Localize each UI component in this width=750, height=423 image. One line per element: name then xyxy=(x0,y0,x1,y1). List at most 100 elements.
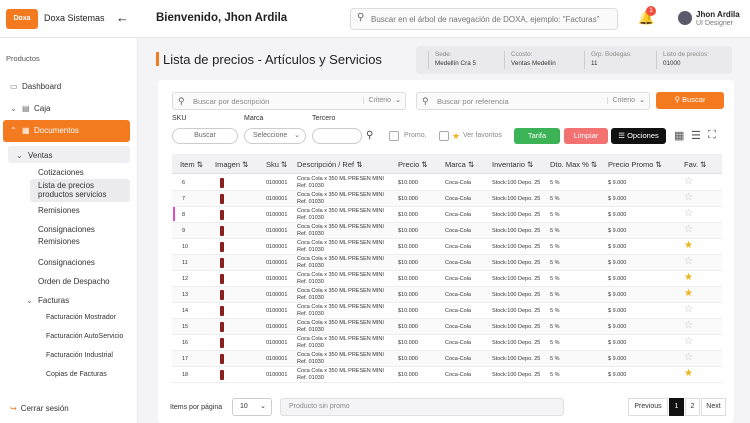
col-descripcion[interactable]: Descripción / Ref ⇅ xyxy=(297,160,363,169)
sidebar-item-remisiones[interactable]: Remisiones xyxy=(38,206,80,215)
sidebar-item-fact-industrial[interactable]: Facturación Industrial xyxy=(46,352,113,359)
sidebar-item-facturas[interactable]: ⌄ Facturas xyxy=(26,296,69,305)
product-image[interactable] xyxy=(220,290,224,300)
tarifa-button[interactable]: Tarifa xyxy=(514,128,560,144)
pagination-previous[interactable]: Previous xyxy=(628,398,668,416)
product-image[interactable] xyxy=(220,370,224,380)
star-outline-icon[interactable]: ☆ xyxy=(684,321,693,331)
cell-item: 10 xyxy=(182,244,189,250)
star-filled-icon[interactable]: ★ xyxy=(684,241,693,251)
chevron-down-icon: ⌄ xyxy=(395,97,401,104)
sidebar-item-ventas[interactable]: ⌄ Ventas xyxy=(16,151,52,160)
global-search-input[interactable] xyxy=(371,12,613,26)
cell-promo-price: $ 9.000 xyxy=(608,292,627,298)
favoritos-checkbox[interactable] xyxy=(439,131,449,141)
desc-search[interactable]: ⚲ Buscar por descripción Criterio ⌄ xyxy=(172,92,406,110)
sidebar-item-lista-precios[interactable]: Lista de precios productos servicios xyxy=(38,181,106,199)
sidebar-item-fact-mostrador[interactable]: Facturación Mostrador xyxy=(46,314,116,321)
table-row[interactable]: 9 0100001 Coca Cola x 350 ML PRESEN MINI Re… xyxy=(172,223,722,239)
product-image[interactable] xyxy=(220,194,224,204)
ref-search[interactable]: ⚲ Buscar por referencia Criterio ⌄ xyxy=(416,92,650,110)
table-row[interactable]: 7 0100001 Coca Cola x 350 ML PRESEN MINI Re… xyxy=(172,191,722,207)
star-outline-icon[interactable]: ☆ xyxy=(684,177,693,187)
table-row[interactable]: 17 0100001 Coca Cola x 350 ML PRESEN MINI R… xyxy=(172,351,722,367)
grid-view-icon[interactable]: ▦ xyxy=(674,129,684,142)
table-row[interactable]: 15 0100001 Coca Cola x 350 ML PRESEN MINI R… xyxy=(172,319,722,335)
table-row[interactable]: 12 0100001 Coca Cola x 350 ML PRESEN MINI R… xyxy=(172,271,722,287)
product-image[interactable] xyxy=(220,226,224,236)
col-item[interactable]: Item ⇅ xyxy=(180,160,203,169)
table-row[interactable]: 18 0100001 Coca Cola x 350 ML PRESEN MINI R… xyxy=(172,367,722,383)
sidebar-item-documentos[interactable]: ⌃ ▦ Documentos xyxy=(10,126,79,135)
col-sku[interactable]: Sku ⇅ xyxy=(266,160,287,169)
col-precio[interactable]: Precio ⇅ xyxy=(398,160,428,169)
table-row[interactable]: 8 0100001 Coca Cola x 350 ML PRESEN MINI Re… xyxy=(172,207,722,223)
per-page-select[interactable]: 10 ⌄ xyxy=(232,398,272,416)
avatar[interactable] xyxy=(678,11,692,25)
sidebar-item-copias-facturas[interactable]: Copias de Facturas xyxy=(46,371,107,378)
sidebar-item-cotizaciones[interactable]: Cotizaciones xyxy=(38,168,84,177)
star-outline-icon[interactable]: ☆ xyxy=(684,225,693,235)
col-imagen[interactable]: Imagen ⇅ xyxy=(215,160,248,169)
cell-brand: Coca-Cola xyxy=(445,228,471,234)
product-image[interactable] xyxy=(220,210,224,220)
table-row[interactable]: 10 0100001 Coca Cola x 350 ML PRESEN MINI R… xyxy=(172,239,722,255)
logout-button[interactable]: ↪ Cerrar sesión xyxy=(10,404,69,413)
limpiar-button[interactable]: Limpiar xyxy=(564,128,608,144)
table-row[interactable]: 11 0100001 Coca Cola x 350 ML PRESEN MINI R… xyxy=(172,255,722,271)
sidebar-item-caja[interactable]: ⌄ ▤ Caja xyxy=(10,104,50,113)
product-image[interactable] xyxy=(220,274,224,284)
list-view-icon[interactable]: ☰ xyxy=(691,129,701,142)
table-row[interactable]: 16 0100001 Coca Cola x 350 ML PRESEN MINI R… xyxy=(172,335,722,351)
cell-brand: Coca-Cola xyxy=(445,340,471,346)
star-filled-icon[interactable]: ★ xyxy=(684,289,693,299)
star-outline-icon[interactable]: ☆ xyxy=(684,353,693,363)
col-marca[interactable]: Marca ⇅ xyxy=(445,160,474,169)
no-promo-field[interactable]: Producto sin promo xyxy=(280,398,564,416)
marca-select[interactable]: Seleccione ⌄ xyxy=(244,128,306,144)
opciones-button[interactable]: ☰ Opciones xyxy=(611,128,666,144)
col-precio-promo[interactable]: Precio Promo ⇅ xyxy=(608,160,662,169)
product-image[interactable] xyxy=(220,354,224,364)
search-icon[interactable]: ⚲ xyxy=(366,130,373,141)
col-inventario[interactable]: Inventario ⇅ xyxy=(492,160,533,169)
star-filled-icon[interactable]: ★ xyxy=(684,273,693,283)
star-outline-icon[interactable]: ☆ xyxy=(684,305,693,315)
star-outline-icon[interactable]: ☆ xyxy=(684,257,693,267)
table-row[interactable]: 13 0100001 Coca Cola x 350 ML PRESEN MINI R… xyxy=(172,287,722,303)
table-row[interactable]: 14 0100001 Coca Cola x 350 ML PRESEN MINI R… xyxy=(172,303,722,319)
promo-checkbox[interactable] xyxy=(389,131,399,141)
product-image[interactable] xyxy=(220,258,224,268)
star-filled-icon[interactable]: ★ xyxy=(684,369,693,379)
table-row[interactable]: 6 0100001 Coca Cola x 350 ML PRESEN MINI Re… xyxy=(172,175,722,191)
cell-price: $10.000 xyxy=(398,292,418,298)
back-arrow-icon[interactable]: ← xyxy=(116,10,129,25)
star-outline-icon[interactable]: ☆ xyxy=(684,193,693,203)
sidebar-item-orden-despacho[interactable]: Orden de Despacho xyxy=(38,277,110,286)
star-outline-icon[interactable]: ☆ xyxy=(684,337,693,347)
star-outline-icon[interactable]: ☆ xyxy=(684,209,693,219)
product-image[interactable] xyxy=(220,178,224,188)
sidebar-item-consignaciones-remisiones[interactable]: Consignaciones Remisiones xyxy=(38,224,95,248)
cell-description: Coca Cola x 350 ML PRESEN MINI Ref. 01030 xyxy=(297,304,384,317)
fullscreen-icon[interactable]: ⛶ xyxy=(708,129,716,142)
cell-promo-price: $ 9.000 xyxy=(608,276,627,282)
product-image[interactable] xyxy=(220,306,224,316)
buscar-button[interactable]: ⚲ Buscar xyxy=(656,92,724,109)
product-image[interactable] xyxy=(220,322,224,332)
sku-search-button[interactable]: Buscar xyxy=(172,128,238,144)
sidebar-item-dashboard[interactable]: ▭ Dashboard xyxy=(10,82,61,91)
col-fav[interactable]: Fav. ⇅ xyxy=(684,160,706,169)
product-image[interactable] xyxy=(220,242,224,252)
pagination-next[interactable]: Next xyxy=(701,398,726,416)
sidebar-item-consignaciones[interactable]: Consignaciones xyxy=(38,258,95,267)
pagination-page-1[interactable]: 1 xyxy=(669,398,684,416)
product-image[interactable] xyxy=(220,338,224,348)
cell-brand: Coca-Cola xyxy=(445,276,471,282)
global-search[interactable]: ⚲ xyxy=(350,8,618,30)
pagination-page-2[interactable]: 2 xyxy=(685,398,700,416)
sidebar-item-fact-autoservicio[interactable]: Facturación AutoServicio xyxy=(46,333,123,340)
tercero-input[interactable] xyxy=(312,128,362,144)
col-dto[interactable]: Dto. Max % ⇅ xyxy=(550,160,597,169)
search-icon: ⚲ xyxy=(357,12,365,23)
